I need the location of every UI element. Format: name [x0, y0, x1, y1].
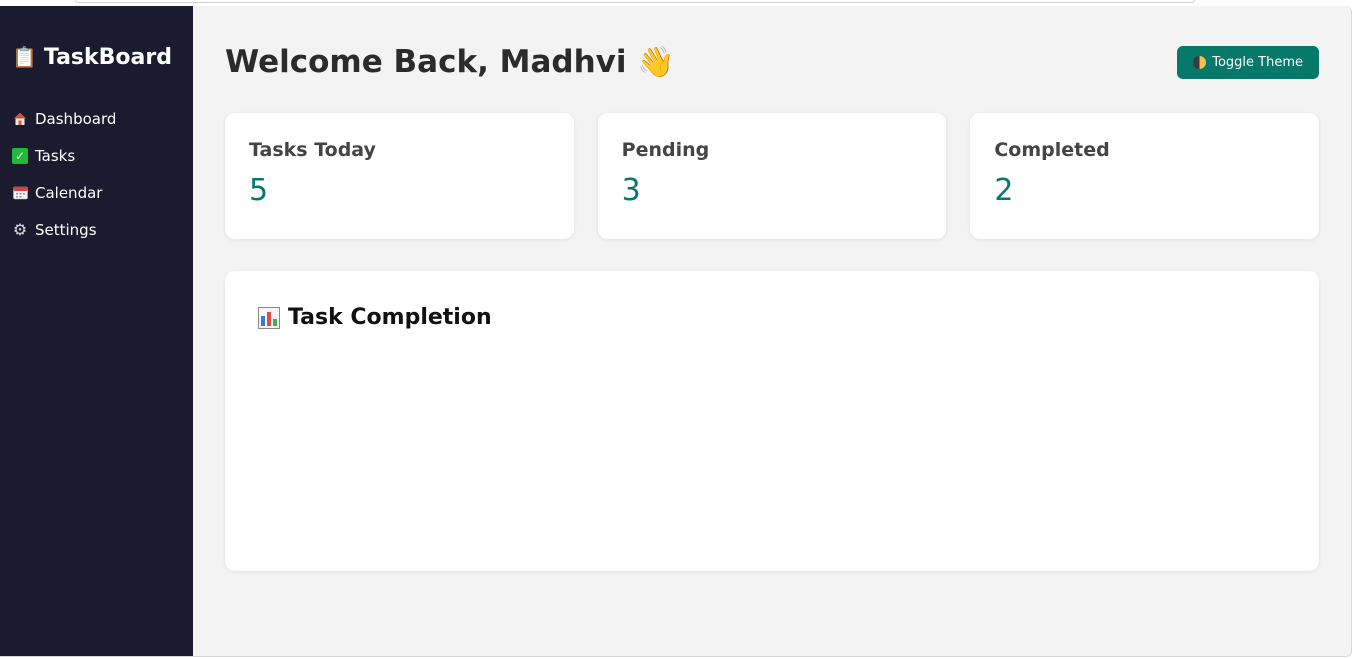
stat-card-completed: Completed 2 — [970, 113, 1320, 239]
stat-value: 5 — [249, 173, 269, 208]
browser-bar-edge — [75, 0, 1195, 3]
gear-icon: ⚙ — [12, 220, 28, 239]
brand: 📋 TaskBoard — [0, 6, 193, 72]
brand-label: TaskBoard — [43, 44, 172, 70]
stat-card-tasks-today: Tasks Today 5 — [225, 113, 574, 239]
toggle-theme-button[interactable]: Toggle Theme — [1177, 45, 1319, 79]
clipboard-icon: 📋 — [12, 45, 37, 69]
chart-area — [258, 330, 1286, 530]
page-title: Welcome Back, Madhvi 👋 — [225, 44, 675, 80]
chart-title: Task Completion — [258, 305, 1286, 330]
sidebar: 📋 TaskBoard Dashboard ✓ Tasks Calendar ⚙… — [0, 6, 193, 656]
stat-label: Pending — [621, 139, 710, 161]
calendar-icon — [12, 185, 28, 201]
stat-value: 3 — [621, 173, 641, 208]
app-window: 📋 TaskBoard Dashboard ✓ Tasks Calendar ⚙… — [0, 6, 1352, 657]
house-icon — [12, 111, 28, 127]
sidebar-item-label: Settings — [35, 220, 97, 239]
stat-value: 2 — [994, 173, 1014, 208]
half-moon-icon — [1193, 55, 1207, 69]
sidebar-item-label: Tasks — [35, 146, 76, 165]
bar-chart-icon — [258, 306, 280, 329]
stats-row: Tasks Today 5 Pending 3 Completed 2 — [225, 113, 1320, 239]
page-header: Welcome Back, Madhvi 👋 Toggle Theme — [225, 34, 1319, 90]
stat-card-pending: Pending 3 — [597, 113, 947, 239]
sidebar-item-calendar[interactable]: Calendar — [0, 174, 193, 211]
sidebar-item-dashboard[interactable]: Dashboard — [0, 100, 193, 137]
main-content: Welcome Back, Madhvi 👋 Toggle Theme Task… — [193, 6, 1351, 656]
stat-label: Completed — [994, 139, 1110, 161]
waving-hand-icon: 👋 — [637, 45, 675, 80]
page-title-text: Welcome Back, Madhvi — [225, 44, 627, 80]
stat-label: Tasks Today — [249, 139, 376, 161]
sidebar-item-tasks[interactable]: ✓ Tasks — [0, 137, 193, 174]
task-completion-card: Task Completion — [225, 271, 1319, 571]
check-icon: ✓ — [12, 147, 28, 164]
sidebar-item-label: Dashboard — [35, 109, 117, 128]
sidebar-item-label: Calendar — [35, 183, 103, 202]
sidebar-nav: Dashboard ✓ Tasks Calendar ⚙ Settings — [0, 100, 193, 248]
chart-title-text: Task Completion — [288, 305, 492, 330]
sidebar-item-settings[interactable]: ⚙ Settings — [0, 211, 193, 248]
toggle-theme-label: Toggle Theme — [1212, 54, 1303, 70]
